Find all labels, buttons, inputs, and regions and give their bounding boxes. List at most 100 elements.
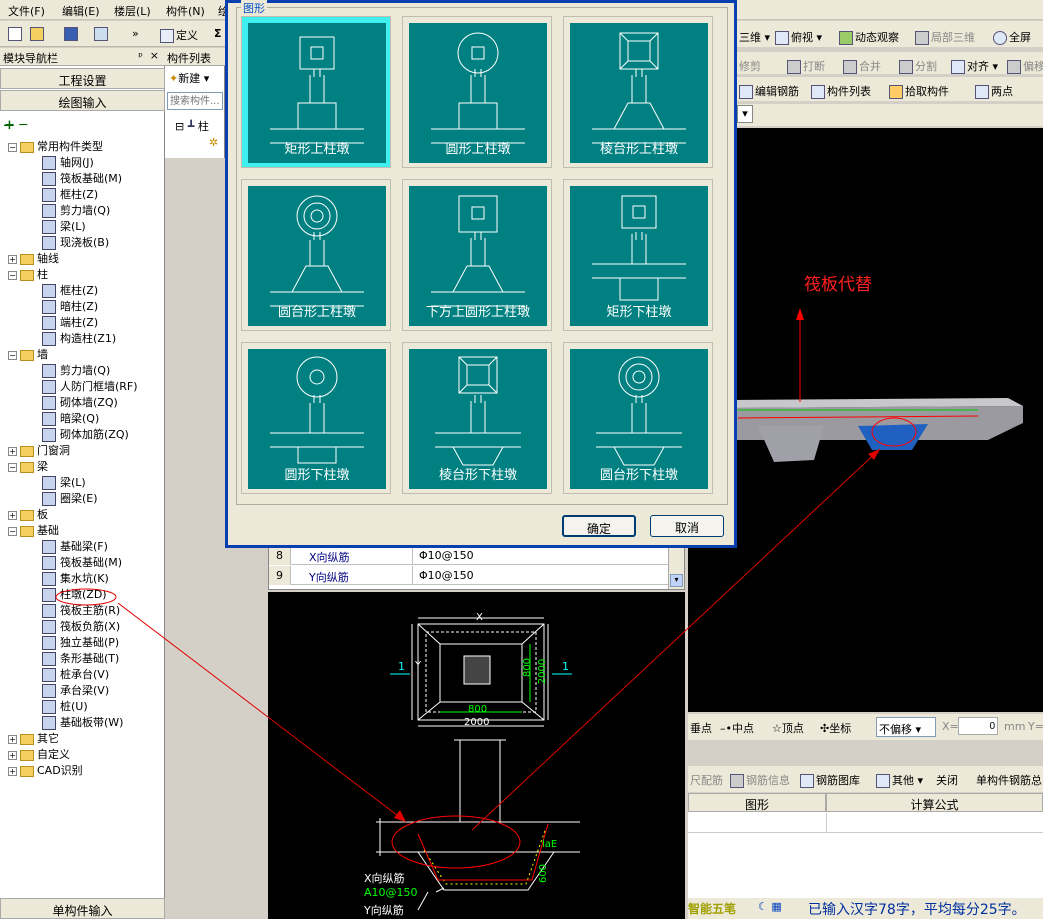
single-rebar-total-button[interactable]: 单构件钢筋总 [974, 769, 1043, 789]
sum-icon[interactable]: Σ [212, 24, 224, 44]
define-button[interactable]: 定义 [158, 24, 200, 44]
pin-icon[interactable]: ᵖ [138, 50, 143, 63]
tree-root-column[interactable]: ⊟ ┻ 柱 [175, 118, 209, 134]
tree-item[interactable]: 梁(L) [42, 474, 86, 490]
new-component-button[interactable]: ✦新建 ▾ [169, 70, 209, 86]
shape-option-round-bottom-pier[interactable]: 圆形下柱墩 [241, 342, 391, 494]
tree-item[interactable]: 剪力墙(Q) [42, 362, 110, 378]
edit-rebar-button[interactable]: 编辑钢筋 [737, 80, 801, 100]
shape-option-cone-bottom-pier[interactable]: 圆台形下柱墩 [563, 342, 713, 494]
expand-icon[interactable]: + [8, 254, 17, 264]
coordinate-snap[interactable]: ✣坐标 [818, 717, 853, 737]
tree-item[interactable]: 砌体墙(ZQ) [42, 394, 118, 410]
tree-folder[interactable]: + CAD识别 [8, 762, 83, 778]
expand-icon[interactable]: + [8, 750, 17, 760]
expand-all-icon[interactable]: +̶ ─ [4, 118, 27, 133]
shape-option-rect-bottom-pier[interactable]: 矩形下柱墩 [563, 179, 713, 331]
table-row[interactable] [688, 813, 1043, 833]
tree-folder[interactable]: − 基础 [8, 522, 59, 538]
offset-select[interactable]: 不偏移 ▾ [876, 717, 936, 737]
top-view-button[interactable]: 俯视 ▾ [773, 26, 824, 46]
table-row[interactable]: 8 X向纵筋 Φ10@150 [269, 546, 669, 565]
table-row[interactable]: 9 Y向纵筋 Φ10@150 [269, 566, 669, 585]
shape-option-round-top-pier[interactable]: 圆形上柱墩 [402, 16, 552, 168]
tree-item[interactable]: 现浇板(B) [42, 234, 109, 250]
tree-item[interactable]: 梁(L) [42, 218, 86, 234]
fullscreen-button[interactable]: 全屏 [991, 26, 1033, 46]
expand-icon[interactable]: + [8, 734, 17, 744]
tree-item[interactable]: 砌体加筋(ZQ) [42, 426, 129, 442]
tree-item[interactable]: 条形基础(T) [42, 650, 119, 666]
chevron-down-icon[interactable]: ▾ [737, 105, 753, 123]
tree-folder[interactable]: + 门窗洞 [8, 442, 70, 458]
menu-file[interactable]: 文件(F) [8, 3, 45, 19]
break-button[interactable]: 打断 [785, 55, 827, 75]
vertex-snap[interactable]: ☆顶点 [770, 717, 806, 737]
shape-option-frustum-top-pier[interactable]: 棱台形上柱墩 [563, 16, 713, 168]
shape-option-rect-top-pier[interactable]: 矩形上柱墩 [241, 16, 391, 168]
tree-folder[interactable]: + 其它 [8, 730, 59, 746]
perpendicular-snap[interactable]: 垂点 [688, 717, 714, 737]
tree-item[interactable]: 筏板基础(M) [42, 554, 122, 570]
tree-folder[interactable]: − 柱 [8, 266, 48, 282]
align-button[interactable]: 对齐 ▾ [949, 55, 1000, 75]
tree-item[interactable]: 独立基础(P) [42, 634, 119, 650]
two-point-button[interactable]: 两点 [973, 80, 1015, 100]
trim-button[interactable]: 修剪 [737, 55, 763, 75]
collapse-icon[interactable]: − [8, 462, 17, 472]
tree-item[interactable]: 基础板带(W) [42, 714, 123, 730]
collapse-icon[interactable]: − [8, 142, 17, 152]
ime-moon-icon[interactable]: ☾ ▦ [758, 900, 782, 913]
split-button[interactable]: 分割 [897, 55, 939, 75]
shape-option-square-round-top-pier[interactable]: 下方上圆形上柱墩 [402, 179, 552, 331]
local-3d-button[interactable]: 局部三维 [913, 26, 977, 46]
component-list-button[interactable]: 构件列表 [809, 80, 873, 100]
menu-edit[interactable]: 编辑(E) [62, 3, 100, 19]
tree-item[interactable]: 轴网(J) [42, 154, 94, 170]
cancel-button[interactable]: 取消 [650, 515, 724, 537]
rebar-library-button[interactable]: 钢筋图库 [798, 769, 862, 789]
open-folder-icon[interactable] [28, 24, 48, 44]
tree-item[interactable]: 柱墩(ZD) [42, 586, 107, 602]
tree-item[interactable]: 端柱(Z) [42, 314, 98, 330]
collapse-icon[interactable]: − [8, 526, 17, 536]
tree-folder[interactable]: − 常用构件类型 [8, 138, 103, 154]
single-input-button[interactable]: 单构件输入 [0, 898, 165, 919]
tree-folder[interactable]: + 自定义 [8, 746, 70, 762]
close-icon[interactable]: × [150, 49, 159, 62]
tree-item[interactable]: 剪力墙(Q) [42, 202, 110, 218]
orbit-button[interactable]: 动态观察 [837, 26, 901, 46]
scrollbar[interactable]: ▾ [668, 546, 684, 589]
tree-item[interactable]: 人防门框墙(RF) [42, 378, 138, 394]
expand-icon[interactable]: + [8, 446, 17, 456]
tree-item[interactable]: 框柱(Z) [42, 282, 98, 298]
tree-item[interactable]: 基础梁(F) [42, 538, 108, 554]
midpoint-snap[interactable]: –•中点 [718, 717, 756, 737]
ok-button[interactable]: 确定 [562, 515, 636, 537]
tree-item[interactable]: 承台梁(V) [42, 682, 109, 698]
save-icon[interactable] [62, 24, 82, 44]
tree-folder[interactable]: + 板 [8, 506, 48, 522]
other-button[interactable]: 其他 ▾ [874, 769, 925, 789]
tree-item[interactable]: 集水坑(K) [42, 570, 109, 586]
tree-item[interactable]: 筏板基础(M) [42, 170, 122, 186]
tree-folder[interactable]: − 梁 [8, 458, 48, 474]
tree-item[interactable]: 筏板主筋(R) [42, 602, 120, 618]
tree-item[interactable]: 桩承台(V) [42, 666, 109, 682]
shape-option-frustum-bottom-pier[interactable]: 棱台形下柱墩 [402, 342, 552, 494]
expand-icon[interactable]: + [8, 766, 17, 776]
3d-viewport[interactable]: 筏板代替 [688, 128, 1043, 712]
pick-component-button[interactable]: 拾取构件 [887, 80, 951, 100]
tree-folder[interactable]: − 墙 [8, 346, 48, 362]
tree-folder[interactable]: + 轴线 [8, 250, 59, 266]
new-file-icon[interactable] [6, 24, 26, 44]
project-settings-button[interactable]: 工程设置 [0, 68, 165, 89]
tree-item[interactable]: 桩(U) [42, 698, 88, 714]
drawing-input-button[interactable]: 绘图输入 [0, 90, 165, 111]
search-input[interactable] [167, 92, 223, 110]
x-coordinate-input[interactable] [958, 717, 998, 735]
tree-item[interactable]: 圈梁(E) [42, 490, 98, 506]
merge-button[interactable]: 合并 [841, 55, 883, 75]
tree-item[interactable]: 暗梁(Q) [42, 410, 99, 426]
rebar-info-button[interactable]: 钢筋信息 [728, 769, 792, 789]
